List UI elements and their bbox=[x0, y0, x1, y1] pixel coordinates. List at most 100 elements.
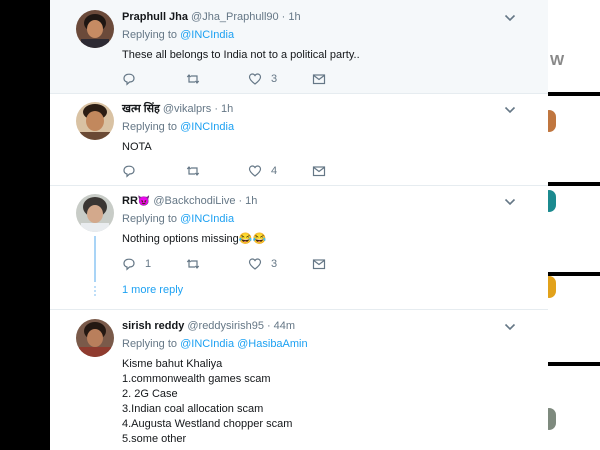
replying-to: Replying to @INCIndia @HasibaAmin bbox=[122, 337, 514, 352]
thread-line bbox=[94, 236, 96, 282]
heart-icon bbox=[248, 165, 262, 177]
direct-message-button[interactable] bbox=[312, 70, 326, 88]
retweet-button[interactable] bbox=[186, 255, 209, 273]
retweet-icon bbox=[186, 74, 200, 84]
separator: · bbox=[281, 11, 286, 23]
display-name[interactable]: Praphull Jha bbox=[122, 11, 188, 23]
timestamp[interactable]: 1h bbox=[288, 11, 300, 23]
chevron-down-icon[interactable] bbox=[504, 105, 516, 115]
sidebar-avatar-fragment bbox=[548, 408, 556, 430]
user-handle[interactable]: @reddysirish95 bbox=[187, 320, 264, 332]
tweet-actions: 3 bbox=[122, 70, 362, 88]
thread-dots bbox=[93, 284, 97, 298]
direct-message-button[interactable] bbox=[312, 255, 326, 273]
sidebar-fragment bbox=[548, 96, 600, 182]
display-name[interactable]: खत्म सिंह bbox=[122, 103, 160, 115]
reply-icon bbox=[123, 165, 135, 178]
tweet-text-line: 2. 2G Case bbox=[122, 388, 178, 400]
reply-icon bbox=[123, 73, 135, 86]
timestamp[interactable]: 1h bbox=[245, 195, 257, 207]
left-margin bbox=[0, 0, 50, 450]
sidebar-avatar-fragment bbox=[548, 190, 556, 212]
sidebar-fragment bbox=[548, 276, 600, 362]
reply-button[interactable] bbox=[122, 70, 145, 88]
separator: · bbox=[266, 320, 271, 332]
tweet-text: NOTA bbox=[122, 140, 514, 155]
mention-link[interactable]: @HasibaAmin bbox=[237, 338, 307, 350]
avatar[interactable] bbox=[76, 319, 114, 357]
chevron-down-icon[interactable] bbox=[504, 322, 516, 332]
like-count: 3 bbox=[271, 73, 278, 85]
replying-to: Replying to @INCIndia bbox=[122, 212, 514, 227]
timestamp[interactable]: 1h bbox=[221, 103, 233, 115]
tweet-actions: 4 bbox=[122, 162, 362, 180]
replying-label: Replying to bbox=[122, 29, 178, 41]
envelope-icon bbox=[312, 166, 326, 177]
mention-link[interactable]: @INCIndia bbox=[180, 213, 234, 225]
mention-link[interactable]: @INCIndia bbox=[180, 338, 234, 350]
tweet-text-line: These all belongs to India not to a poli… bbox=[122, 49, 360, 61]
reply-tweet[interactable]: sirish reddy @reddysirish95 · 44m Replying … bbox=[50, 310, 548, 450]
sidebar-avatar-fragment bbox=[548, 110, 556, 132]
mention-link[interactable]: @INCIndia bbox=[180, 121, 234, 133]
replying-label: Replying to bbox=[122, 213, 178, 225]
laughing-emoji: 😂😂 bbox=[238, 233, 267, 245]
right-sidebar-fragment: W bbox=[548, 0, 600, 450]
reply-icon bbox=[123, 258, 135, 271]
reply-button[interactable]: 1 bbox=[122, 255, 151, 273]
envelope-icon bbox=[312, 74, 326, 85]
separator: · bbox=[238, 195, 243, 207]
retweet-icon bbox=[186, 166, 200, 176]
tweet-text-line: Nothing options missing bbox=[122, 233, 239, 245]
tweet-text-line: Kisme bahut Khaliya bbox=[122, 358, 223, 370]
mention-link[interactable]: @INCIndia bbox=[180, 29, 234, 41]
tweet-actions: 1 3 bbox=[122, 255, 362, 273]
tweet-text: Kisme bahut Khaliya 1.commonwealth games… bbox=[122, 357, 514, 447]
envelope-icon bbox=[312, 259, 326, 270]
chevron-down-icon[interactable] bbox=[504, 197, 516, 207]
user-handle[interactable]: @vikalprs bbox=[163, 103, 211, 115]
tweet-text: These all belongs to India not to a poli… bbox=[122, 48, 514, 63]
display-name[interactable]: RR bbox=[122, 195, 138, 207]
replying-to: Replying to @INCIndia bbox=[122, 120, 514, 135]
like-count: 4 bbox=[271, 165, 278, 177]
replying-label: Replying to bbox=[122, 338, 178, 350]
display-name[interactable]: sirish reddy bbox=[122, 320, 184, 332]
like-button[interactable]: 3 bbox=[248, 255, 277, 273]
separator: · bbox=[214, 103, 218, 115]
sidebar-fragment-letter: W bbox=[548, 0, 600, 92]
devil-emoji: 😈 bbox=[137, 196, 151, 207]
tweet-text-line: 3.Indian coal allocation scam bbox=[122, 403, 264, 415]
tweet-header: RR😈 @BackchodiLive · 1h bbox=[122, 193, 514, 209]
more-replies-link[interactable]: 1 more reply bbox=[122, 284, 183, 296]
heart-icon bbox=[248, 258, 262, 270]
avatar[interactable] bbox=[76, 102, 114, 140]
user-handle[interactable]: @BackchodiLive bbox=[153, 195, 235, 207]
heart-icon bbox=[248, 73, 262, 85]
sidebar-fragment bbox=[548, 366, 600, 450]
avatar[interactable] bbox=[76, 194, 114, 232]
timestamp[interactable]: 44m bbox=[274, 320, 295, 332]
retweet-button[interactable] bbox=[186, 162, 209, 180]
tweet-text-line: NOTA bbox=[122, 141, 152, 153]
tweet-header: Praphull Jha @Jha_Praphull90 · 1h bbox=[122, 9, 514, 25]
direct-message-button[interactable] bbox=[312, 162, 326, 180]
reply-tweet[interactable]: RR😈 @BackchodiLive · 1h Replying to @INCInd… bbox=[50, 186, 548, 310]
reply-tweet[interactable]: Praphull Jha @Jha_Praphull90 · 1h Replying … bbox=[50, 0, 548, 94]
tweet-text-line: 5.some other bbox=[122, 433, 187, 445]
retweet-button[interactable] bbox=[186, 70, 209, 88]
chevron-down-icon[interactable] bbox=[504, 13, 516, 23]
reply-button[interactable] bbox=[122, 162, 145, 180]
retweet-icon bbox=[186, 259, 200, 269]
like-button[interactable]: 4 bbox=[248, 162, 277, 180]
avatar[interactable] bbox=[76, 10, 114, 48]
tweet-header: sirish reddy @reddysirish95 · 44m bbox=[122, 318, 514, 334]
tweet-text-line: 1.commonwealth games scam bbox=[122, 373, 271, 385]
reply-tweet[interactable]: खत्म सिंह @vikalprs · 1h Replying to @INCIn… bbox=[50, 94, 548, 186]
like-button[interactable]: 3 bbox=[248, 70, 277, 88]
user-handle[interactable]: @Jha_Praphull90 bbox=[191, 11, 279, 23]
tweet-text-line: 4.Augusta Westland chopper scam bbox=[122, 418, 293, 430]
replying-to: Replying to @INCIndia bbox=[122, 28, 514, 43]
replying-label: Replying to bbox=[122, 121, 178, 133]
sidebar-fragment bbox=[548, 186, 600, 272]
